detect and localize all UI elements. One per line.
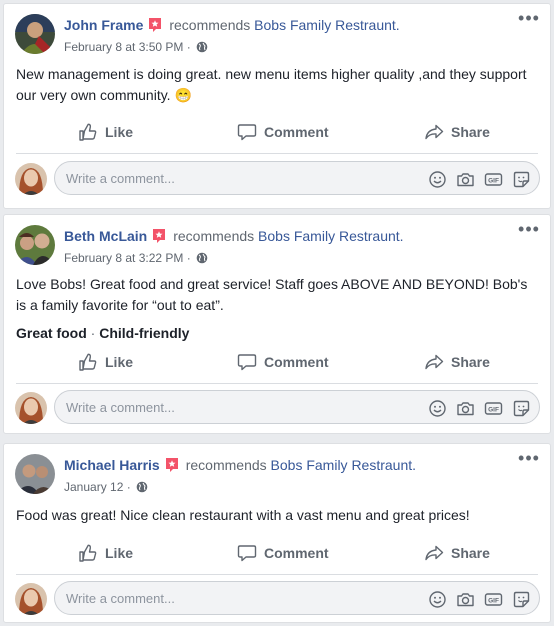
post-text: New management is doing great. new menu … [16, 66, 527, 103]
more-options-icon[interactable]: ••• [518, 449, 540, 468]
meta-separator: · [126, 480, 131, 494]
post-timestamp[interactable]: February 8 at 3:22 PM [64, 251, 183, 265]
recommendation-badge-icon [153, 229, 166, 243]
comment-button[interactable]: Comment [237, 346, 329, 378]
tag-separator: · [90, 325, 96, 341]
post-timestamp[interactable]: January 12 [64, 480, 123, 494]
speech-bubble-icon [237, 545, 257, 562]
comment-input[interactable]: Write a comment... GIF [54, 390, 540, 424]
camera-icon[interactable] [456, 590, 475, 609]
svg-text:GIF: GIF [488, 177, 499, 184]
sticker-icon[interactable] [512, 590, 531, 609]
share-button[interactable]: Share [424, 116, 490, 148]
globe-icon[interactable] [136, 481, 148, 493]
share-button[interactable]: Share [424, 537, 490, 569]
like-button[interactable]: Like [78, 116, 133, 148]
camera-icon[interactable] [456, 170, 475, 189]
post-text: Love Bobs! Great food and great service!… [16, 276, 528, 313]
sticker-icon[interactable] [512, 399, 531, 418]
emoji-icon[interactable] [428, 170, 447, 189]
page-link[interactable]: Bobs Family Restraunt. [271, 457, 417, 473]
meta-separator: · [186, 40, 191, 54]
globe-icon[interactable] [196, 252, 208, 264]
svg-text:GIF: GIF [488, 597, 499, 604]
post-text: Food was great! Nice clean restaurant wi… [16, 507, 470, 523]
page-link[interactable]: Bobs Family Restraunt. [254, 17, 400, 33]
divider [16, 383, 538, 384]
comment-placeholder: Write a comment... [66, 591, 175, 606]
comment-label: Comment [264, 545, 329, 561]
sticker-icon[interactable] [512, 170, 531, 189]
comment-button[interactable]: Comment [237, 537, 329, 569]
gif-icon[interactable]: GIF [484, 590, 503, 609]
recommendation-badge-icon [165, 458, 178, 472]
share-label: Share [451, 124, 490, 140]
share-button[interactable]: Share [424, 346, 490, 378]
author-avatar[interactable] [15, 225, 55, 265]
camera-icon[interactable] [456, 399, 475, 418]
author-name[interactable]: Michael Harris [64, 457, 160, 473]
like-button[interactable]: Like [78, 537, 133, 569]
share-arrow-icon [425, 545, 444, 561]
post-card: Michael Harris recommends Bobs Family Res… [3, 443, 551, 623]
comment-input[interactable]: Write a comment... GIF [54, 161, 540, 195]
viewer-avatar [15, 583, 47, 615]
divider [16, 574, 538, 575]
speech-bubble-icon [237, 354, 257, 371]
comment-placeholder: Write a comment... [66, 400, 175, 415]
more-options-icon[interactable]: ••• [518, 220, 540, 239]
share-arrow-icon [425, 124, 444, 140]
post-timestamp[interactable]: February 8 at 3:50 PM [64, 40, 183, 54]
thumbs-up-icon [79, 544, 97, 562]
recommendation-badge-icon [149, 18, 162, 32]
post-card: John Frame recommends Bobs Family Restrau… [3, 3, 551, 209]
thumbs-up-icon [79, 123, 97, 141]
gif-icon[interactable]: GIF [484, 170, 503, 189]
author-name[interactable]: John Frame [64, 17, 143, 33]
page-link[interactable]: Bobs Family Restraunt. [258, 228, 404, 244]
recommends-label: recommends [173, 228, 255, 244]
recommends-label: recommends [185, 457, 267, 473]
tag-child-friendly: Child-friendly [99, 325, 190, 341]
like-button[interactable]: Like [78, 346, 133, 378]
globe-icon[interactable] [196, 41, 208, 53]
thumbs-up-icon [79, 353, 97, 371]
author-avatar[interactable] [15, 14, 55, 54]
tag-great-food: Great food [16, 325, 87, 341]
like-label: Like [105, 545, 134, 561]
gif-icon[interactable]: GIF [484, 399, 503, 418]
divider [16, 153, 538, 154]
author-avatar[interactable] [15, 454, 55, 494]
recommendation-tags: Great food · Child-friendly [16, 324, 189, 342]
share-label: Share [451, 545, 490, 561]
comment-label: Comment [264, 124, 329, 140]
share-arrow-icon [425, 354, 444, 370]
meta-separator: · [186, 251, 191, 265]
comment-placeholder: Write a comment... [66, 171, 175, 186]
speech-bubble-icon [237, 124, 257, 141]
author-name[interactable]: Beth McLain [64, 228, 147, 244]
comment-label: Comment [264, 354, 329, 370]
viewer-avatar [15, 163, 47, 195]
emoji-icon[interactable] [428, 590, 447, 609]
comment-button[interactable]: Comment [237, 116, 329, 148]
recommends-label: recommends [169, 17, 251, 33]
comment-input[interactable]: Write a comment... GIF [54, 581, 540, 615]
like-label: Like [105, 124, 134, 140]
post-card: Beth McLain recommends Bobs Family Restra… [3, 214, 551, 434]
viewer-avatar [15, 392, 47, 424]
share-label: Share [451, 354, 490, 370]
like-label: Like [105, 354, 134, 370]
more-options-icon[interactable]: ••• [518, 9, 540, 28]
svg-text:GIF: GIF [488, 406, 499, 413]
emoji-icon[interactable] [428, 399, 447, 418]
